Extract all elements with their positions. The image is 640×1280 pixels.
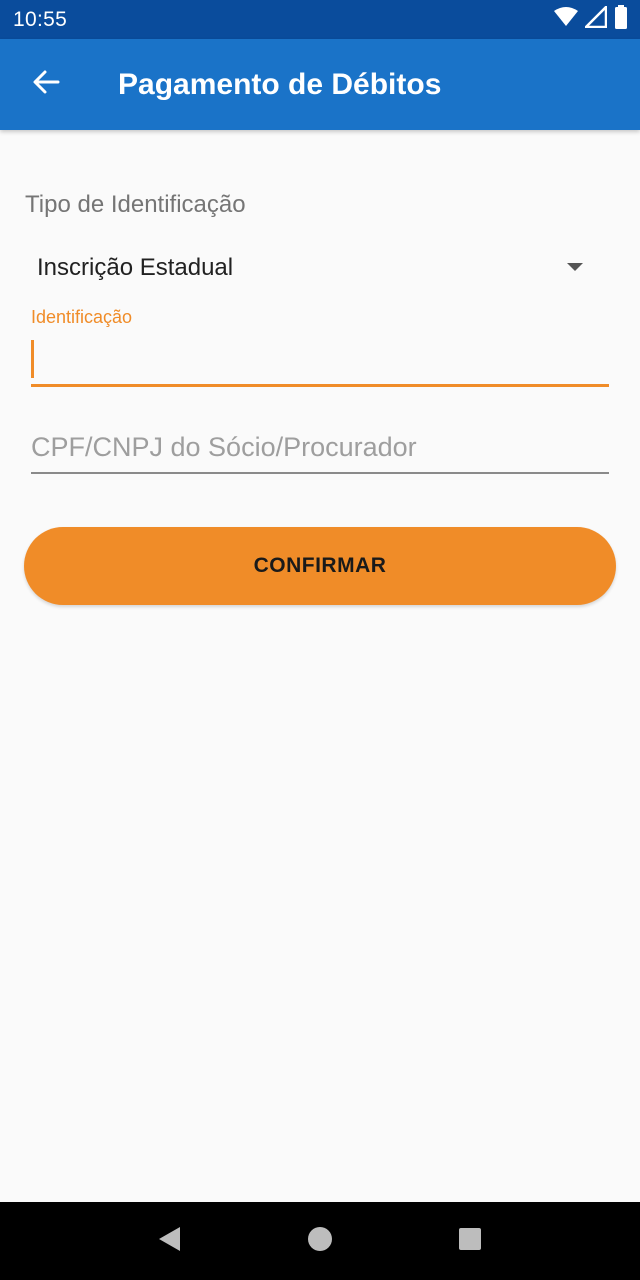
nav-recents-button[interactable]: [440, 1211, 500, 1271]
partner-document-input[interactable]: CPF/CNPJ do Sócio/Procurador: [31, 420, 609, 474]
partner-document-placeholder: CPF/CNPJ do Sócio/Procurador: [31, 432, 417, 462]
status-bar: 10:55: [0, 0, 640, 39]
identification-type-value: Inscrição Estadual: [37, 254, 234, 281]
wifi-icon: [554, 7, 578, 32]
page-title: Pagamento de Débitos: [118, 67, 442, 101]
confirm-button[interactable]: CONFIRMAR: [24, 527, 616, 605]
identification-type-dropdown[interactable]: Inscrição Estadual: [24, 238, 600, 298]
text-cursor: [31, 340, 34, 378]
dropdown-arrow-icon: [566, 259, 584, 277]
app-bar: Pagamento de Débitos: [0, 39, 640, 130]
recents-square-icon: [458, 1227, 482, 1256]
identification-type-label: Tipo de Identificação: [25, 191, 246, 218]
home-circle-icon: [307, 1226, 333, 1257]
nav-home-button[interactable]: [290, 1211, 350, 1271]
arrow-left-icon: [32, 68, 60, 101]
back-button[interactable]: [18, 57, 74, 113]
status-icons: [554, 3, 628, 34]
signal-icon: [582, 3, 608, 33]
system-nav-bar: [0, 1202, 640, 1280]
identification-input[interactable]: [31, 335, 609, 387]
confirm-button-label: CONFIRMAR: [253, 554, 387, 577]
battery-icon: [614, 5, 628, 34]
status-time: 10:55: [13, 7, 68, 31]
identification-label: Identificação: [31, 307, 133, 327]
back-triangle-icon: [158, 1226, 182, 1257]
nav-back-button[interactable]: [140, 1211, 200, 1271]
